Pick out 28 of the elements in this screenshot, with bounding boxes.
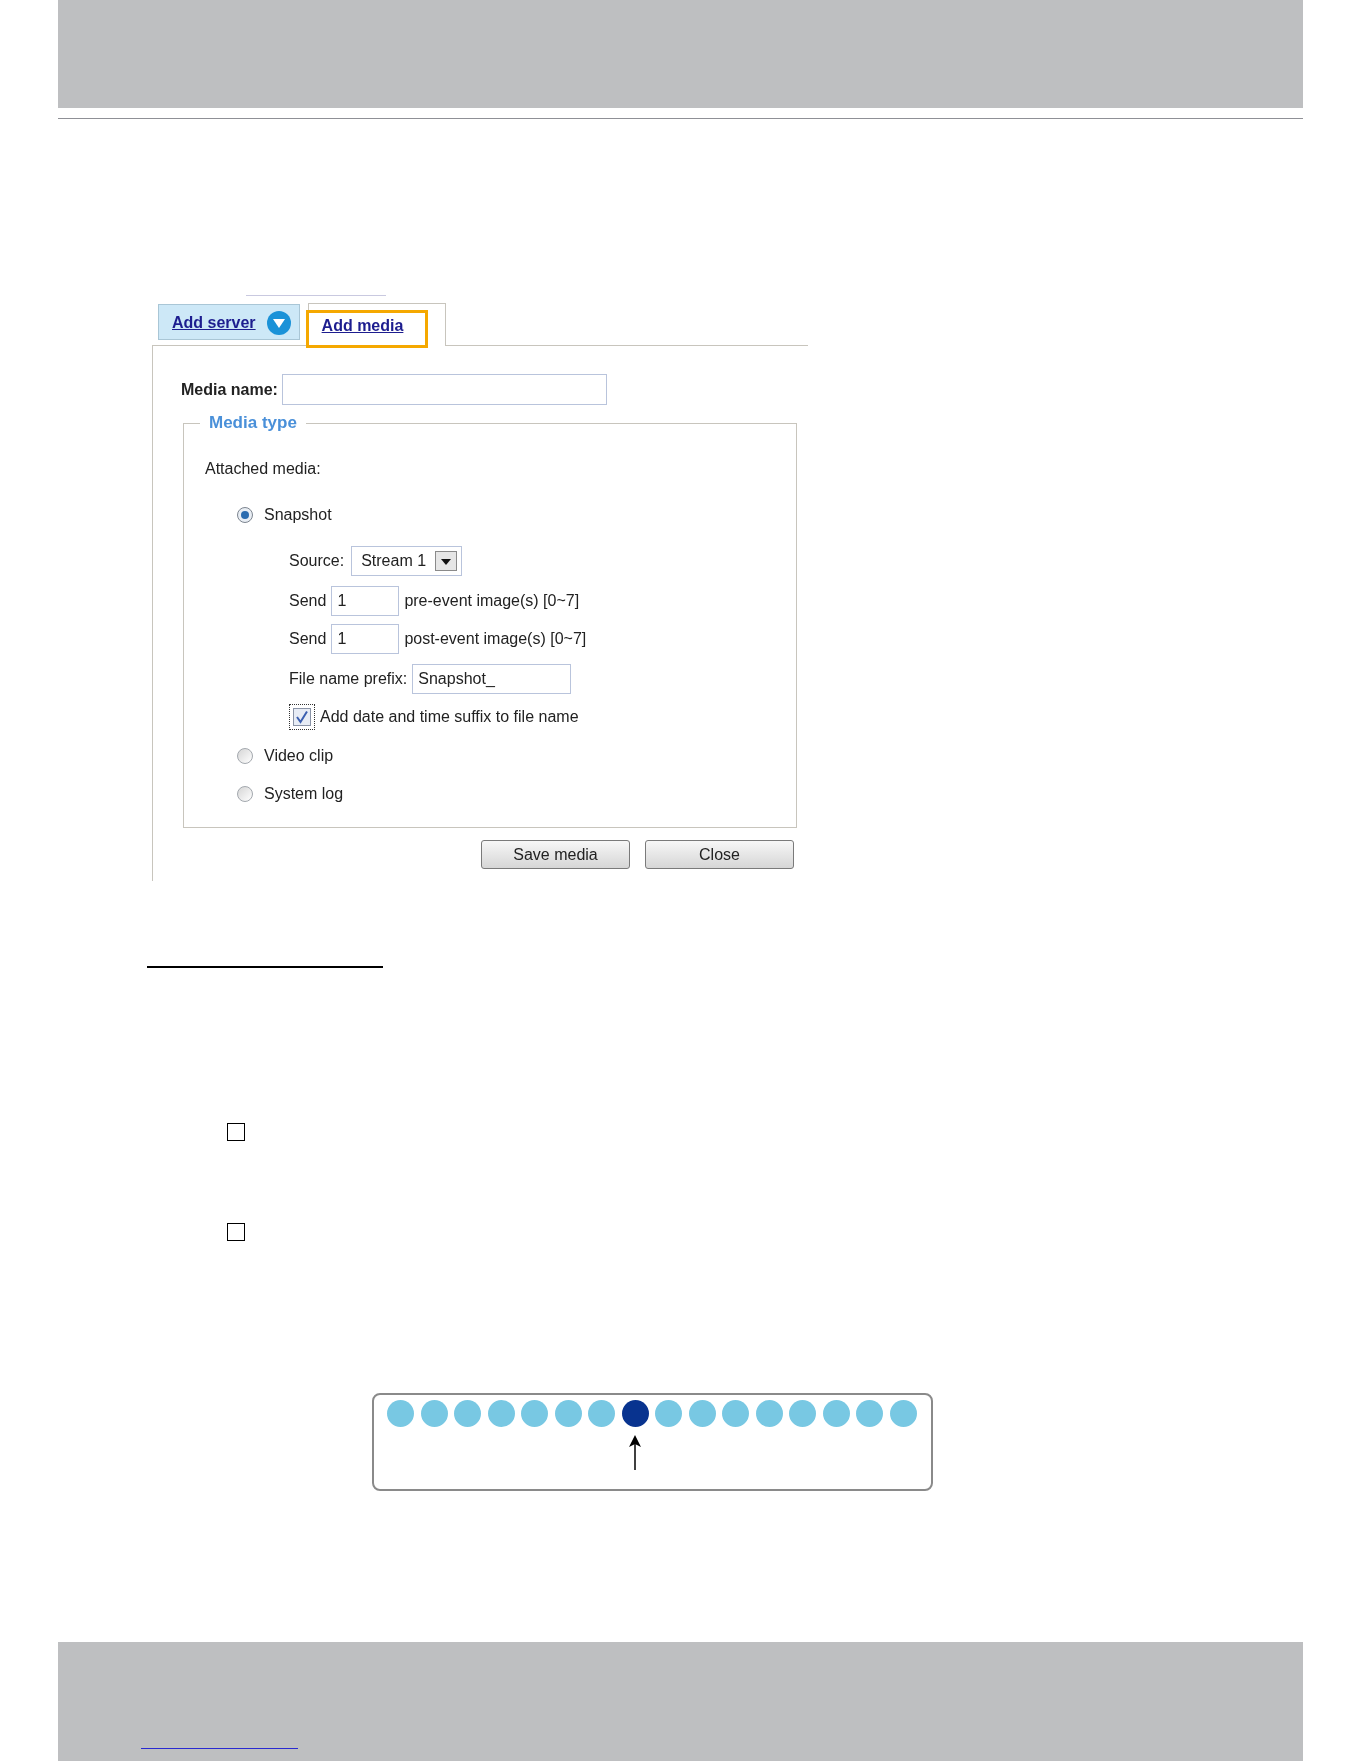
number-field[interactable]: 1 xyxy=(331,586,400,616)
checkbox[interactable] xyxy=(289,704,315,730)
field-label: File name prefix: xyxy=(289,669,408,689)
caret-icon xyxy=(435,551,458,571)
field-label: Send xyxy=(289,629,327,649)
select-field[interactable]: Stream 1 xyxy=(351,546,463,576)
field-label: Attached media: xyxy=(205,459,321,479)
field-label: Media name: xyxy=(181,379,278,400)
tab[interactable]: Add server xyxy=(158,304,300,340)
checkbox-label: Add date and time suffix to file name xyxy=(320,707,579,727)
form-button[interactable]: Close xyxy=(645,840,794,869)
field-note: post-event image(s) [0~7] xyxy=(404,629,587,649)
checkmark-icon xyxy=(295,710,309,724)
radio-button[interactable] xyxy=(237,786,253,802)
caret-down-icon xyxy=(266,311,291,335)
form-button[interactable]: Save media xyxy=(481,840,630,869)
text-field[interactable] xyxy=(281,374,607,405)
field-note: pre-event image(s) [0~7] xyxy=(404,591,580,611)
radio-button[interactable] xyxy=(237,507,253,523)
option-label: System log xyxy=(264,784,344,804)
number-field[interactable]: 1 xyxy=(331,624,400,654)
text-field[interactable]: Snapshot_ xyxy=(412,664,572,694)
group-title: Media type xyxy=(208,413,298,433)
radio-button[interactable] xyxy=(237,748,253,764)
field-label: Send xyxy=(289,591,327,611)
option-label: Video clip xyxy=(264,746,334,766)
field-label: Source: xyxy=(289,551,345,571)
option-label: Snapshot xyxy=(264,505,332,525)
